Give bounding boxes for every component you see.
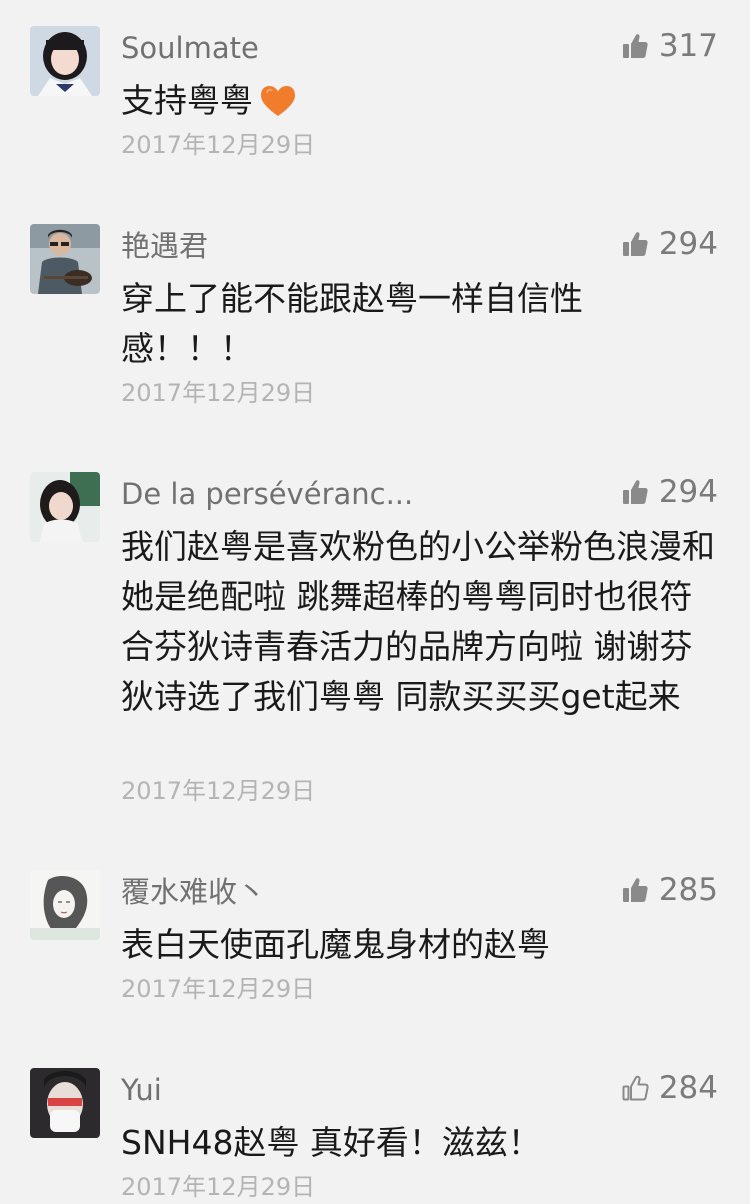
avatar[interactable] <box>30 1068 100 1138</box>
comment-date: 2017年12月29日 <box>121 777 316 805</box>
comment-text: 穿上了能不能跟赵粤一样自信性感！！！ <box>121 279 583 368</box>
like-button[interactable]: 317 <box>621 26 718 66</box>
comment-text: SNH48赵粤 真好看！滋兹！ <box>121 1123 541 1162</box>
username[interactable]: Yui <box>121 1070 162 1110</box>
like-button[interactable]: 285 <box>621 870 718 910</box>
thumbs-up-icon <box>622 480 648 504</box>
comments-page: { "comments": [ {"username": "Soulmate",… <box>0 0 750 1204</box>
avatar-image-man-guitar <box>30 224 100 294</box>
avatar-image-girl-sailor <box>30 26 100 96</box>
avatar[interactable] <box>30 472 100 542</box>
like-count: 294 <box>658 226 718 262</box>
like-count: 284 <box>658 1070 718 1106</box>
like-button[interactable]: 284 <box>621 1068 718 1108</box>
username[interactable]: Soulmate <box>121 28 259 68</box>
comment-date: 2017年12月29日 <box>121 131 316 159</box>
avatar-image-girl-portrait <box>30 472 100 542</box>
thumbs-up-outline-icon <box>622 1075 649 1101</box>
thumbs-up-icon <box>622 34 648 58</box>
comment-date: 2017年12月29日 <box>121 1173 316 1201</box>
avatar[interactable] <box>30 26 100 96</box>
avatar[interactable] <box>30 224 100 294</box>
thumbs-up-icon <box>622 878 648 902</box>
username[interactable]: 艳遇君 <box>121 226 208 266</box>
thumbs-up-icon <box>622 232 648 256</box>
like-count: 294 <box>658 474 718 510</box>
like-count: 285 <box>658 872 718 908</box>
comment-date: 2017年12月29日 <box>121 975 316 1003</box>
avatar-image-sketch-girl <box>30 870 100 940</box>
like-button[interactable]: 294 <box>621 224 718 264</box>
comment-text: 支持粤粤 <box>121 76 726 126</box>
username[interactable]: De la persévéranc... <box>121 474 413 514</box>
avatar-image-masked-girl <box>30 1068 100 1138</box>
avatar[interactable] <box>30 870 100 940</box>
like-count: 317 <box>658 28 718 64</box>
comment-text: 表白天使面孔魔鬼身材的赵粤 <box>121 925 550 964</box>
username[interactable]: 覆水难收丶 <box>121 872 266 912</box>
comment-text: 我们赵粤是喜欢粉色的小公举粉色浪漫和她是绝配啦 跳舞超棒的粤粤同时也很符合芬狄诗… <box>121 527 715 716</box>
comment-text-content: 支持粤粤 <box>121 81 253 120</box>
like-button[interactable]: 294 <box>621 472 718 512</box>
comment-date: 2017年12月29日 <box>121 379 316 407</box>
orange-heart-icon <box>261 86 295 116</box>
